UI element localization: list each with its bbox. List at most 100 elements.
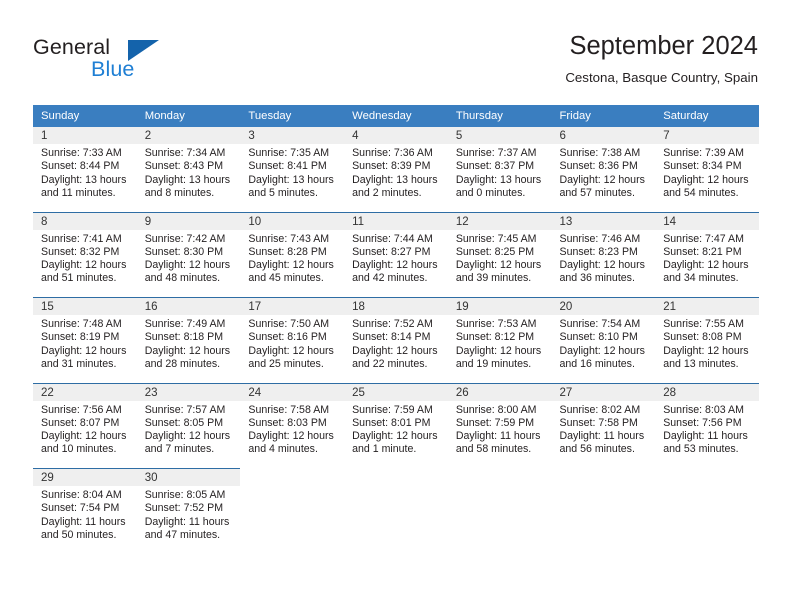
sunrise-text: Sunrise: 7:55 AM (663, 318, 744, 330)
week-daynumber-row: 15 16 17 18 19 20 21 (33, 297, 759, 315)
sunrise-text: Sunrise: 7:49 AM (144, 318, 226, 330)
day-cell[interactable]: Sunrise: 7:49 AM Sunset: 8:18 PM Daylight:… (136, 315, 241, 383)
day-number[interactable]: 15 (33, 297, 137, 315)
day-number[interactable]: 17 (240, 297, 345, 315)
day-number[interactable]: 20 (551, 297, 656, 315)
sunset-text: Sunset: 8:19 PM (41, 331, 120, 344)
day-number[interactable]: 11 (344, 211, 448, 230)
sunset-text: Sunset: 8:07 PM (41, 416, 120, 429)
day-cell[interactable]: Sunrise: 7:36 AM Sunset: 8:39 PM Daylight:… (344, 144, 448, 212)
day-number[interactable]: 5 (447, 127, 552, 144)
daylight-text: Daylight: 13 hours and 8 minutes. (144, 173, 231, 199)
day-cell[interactable]: Sunrise: 7:35 AM Sunset: 8:41 PM Daylight:… (240, 144, 345, 212)
day-number[interactable]: 30 (136, 468, 241, 486)
day-number[interactable]: 25 (344, 382, 448, 401)
day-cell[interactable]: Sunrise: 7:48 AM Sunset: 8:19 PM Daylight:… (33, 315, 137, 383)
day-number[interactable]: 16 (136, 297, 241, 315)
day-cell[interactable]: Sunrise: 7:58 AM Sunset: 8:03 PM Daylight:… (240, 400, 345, 469)
day-cell[interactable]: Sunrise: 7:52 AM Sunset: 8:14 PM Daylight:… (344, 315, 448, 383)
day-cell[interactable]: Sunrise: 7:33 AM Sunset: 8:44 PM Daylight:… (33, 144, 137, 212)
day-cell[interactable]: Sunrise: 7:38 AM Sunset: 8:36 PM Daylight:… (551, 144, 656, 212)
day-number[interactable]: 19 (447, 297, 552, 315)
day-cell[interactable]: Sunrise: 7:42 AM Sunset: 8:30 PM Daylight:… (136, 229, 241, 298)
day-number[interactable]: 28 (655, 382, 759, 401)
day-cell[interactable]: Sunrise: 7:57 AM Sunset: 8:05 PM Daylight:… (136, 400, 241, 469)
day-cell[interactable]: Sunrise: 7:47 AM Sunset: 8:21 PM Daylight:… (655, 229, 759, 298)
sunset-text: Sunset: 7:52 PM (144, 502, 224, 515)
day-number[interactable]: 2 (136, 127, 241, 144)
sunset-text: Sunset: 8:18 PM (144, 331, 224, 344)
day-cell[interactable]: Sunrise: 7:44 AM Sunset: 8:27 PM Daylight:… (344, 229, 448, 298)
day-cell[interactable]: Sunrise: 8:03 AM Sunset: 7:56 PM Daylight:… (655, 400, 759, 469)
empty-day-number (447, 468, 552, 486)
day-number[interactable]: 9 (136, 211, 241, 230)
daylight-text: Daylight: 12 hours and 4 minutes. (248, 430, 334, 456)
weekday-header-sunday: Sunday (33, 105, 137, 127)
day-number[interactable]: 4 (344, 127, 448, 144)
sunset-text: Sunset: 8:25 PM (455, 245, 535, 258)
sunrise-text: Sunrise: 7:41 AM (41, 232, 122, 245)
day-cell[interactable]: Sunrise: 7:34 AM Sunset: 8:43 PM Daylight:… (136, 144, 241, 212)
sunrise-text: Sunrise: 7:52 AM (352, 318, 433, 330)
day-number[interactable]: 26 (447, 382, 552, 401)
day-number[interactable]: 12 (447, 211, 552, 230)
calendar-header-row: Sunday Monday Tuesday Wednesday Thursday Frid… (33, 105, 759, 127)
day-cell[interactable]: Sunrise: 7:50 AM Sunset: 8:16 PM Daylight:… (240, 315, 345, 383)
sunset-text: Sunset: 7:54 PM (41, 502, 120, 515)
day-number[interactable]: 6 (551, 127, 656, 144)
sunset-text: Sunset: 8:41 PM (248, 160, 327, 173)
day-number[interactable]: 22 (33, 382, 137, 401)
week-daynumber-row: 29 30 (33, 468, 759, 486)
empty-day-number (240, 468, 345, 486)
daylight-text: Daylight: 12 hours and 25 minutes. (248, 344, 334, 370)
day-cell[interactable]: Sunrise: 7:45 AM Sunset: 8:25 PM Daylight:… (447, 229, 552, 298)
day-number[interactable]: 14 (655, 211, 759, 230)
day-number[interactable]: 8 (33, 211, 137, 230)
day-cell[interactable]: Sunrise: 8:04 AM Sunset: 7:54 PM Daylight:… (33, 486, 137, 554)
day-number[interactable]: 13 (551, 211, 656, 230)
day-cell[interactable]: Sunrise: 7:59 AM Sunset: 8:01 PM Daylight:… (344, 400, 448, 469)
day-cell[interactable]: Sunrise: 7:54 AM Sunset: 8:10 PM Daylight:… (551, 315, 656, 383)
sunset-text: Sunset: 8:27 PM (352, 245, 431, 258)
daylight-text: Daylight: 12 hours and 48 minutes. (144, 259, 231, 285)
day-number[interactable]: 10 (240, 211, 345, 230)
weekday-header-wednesday: Wednesday (344, 105, 448, 127)
day-cell[interactable]: Sunrise: 7:53 AM Sunset: 8:12 PM Daylight:… (447, 315, 552, 383)
day-number[interactable]: 1 (33, 127, 137, 144)
day-cell[interactable]: Sunrise: 8:00 AM Sunset: 7:59 PM Daylight:… (447, 400, 552, 469)
daylight-text: Daylight: 12 hours and 36 minutes. (559, 259, 645, 285)
sunset-text: Sunset: 8:05 PM (144, 416, 224, 429)
sunrise-text: Sunrise: 7:47 AM (663, 232, 744, 245)
day-cell[interactable]: Sunrise: 7:41 AM Sunset: 8:32 PM Daylight:… (33, 229, 137, 298)
empty-day-number (344, 468, 448, 486)
day-cell[interactable]: Sunrise: 7:43 AM Sunset: 8:28 PM Daylight:… (240, 229, 345, 298)
day-cell[interactable]: Sunrise: 8:05 AM Sunset: 7:52 PM Daylight:… (136, 486, 241, 554)
day-cell[interactable]: Sunrise: 7:39 AM Sunset: 8:34 PM Daylight:… (655, 144, 759, 212)
sunset-text: Sunset: 8:34 PM (663, 160, 742, 173)
day-cell[interactable]: Sunrise: 7:55 AM Sunset: 8:08 PM Daylight:… (655, 315, 759, 383)
sunset-text: Sunset: 8:36 PM (559, 160, 638, 173)
day-number[interactable]: 3 (240, 127, 345, 144)
week-detail-row: Sunrise: 7:48 AM Sunset: 8:19 PM Daylight:… (33, 315, 759, 383)
day-cell[interactable]: Sunrise: 7:37 AM Sunset: 8:37 PM Daylight:… (447, 144, 552, 212)
sunset-text: Sunset: 7:58 PM (559, 416, 638, 429)
sunset-text: Sunset: 8:21 PM (663, 245, 742, 258)
title-block: September 2024 Cestona, Basque Country, … (565, 30, 758, 88)
daylight-text: Daylight: 12 hours and 39 minutes. (455, 259, 542, 285)
day-cell[interactable]: Sunrise: 7:56 AM Sunset: 8:07 PM Daylight:… (33, 400, 137, 469)
day-number[interactable]: 29 (33, 468, 137, 486)
daylight-text: Daylight: 12 hours and 57 minutes. (559, 173, 645, 199)
daylight-text: Daylight: 12 hours and 51 minutes. (41, 259, 127, 285)
day-number[interactable]: 21 (655, 297, 759, 315)
calendar-page: General Blue September 2024 Cestona, Bas… (0, 0, 792, 612)
day-cell[interactable]: Sunrise: 7:46 AM Sunset: 8:23 PM Daylight:… (551, 229, 656, 298)
day-number[interactable]: 24 (240, 382, 345, 401)
week-daynumber-row: 1234567 (33, 127, 759, 144)
day-number[interactable]: 27 (551, 382, 656, 401)
day-number[interactable]: 18 (344, 297, 448, 315)
day-number[interactable]: 7 (655, 127, 759, 144)
sunset-text: Sunset: 8:32 PM (41, 245, 120, 258)
day-number[interactable]: 23 (136, 382, 241, 401)
day-cell[interactable]: Sunrise: 8:02 AM Sunset: 7:58 PM Daylight:… (551, 400, 656, 469)
sunrise-text: Sunrise: 7:48 AM (41, 318, 122, 330)
